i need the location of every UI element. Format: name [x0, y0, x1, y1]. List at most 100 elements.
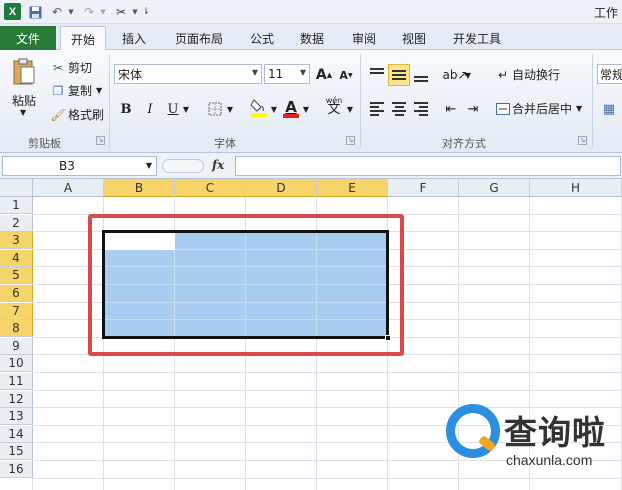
row-header-9[interactable]: 9	[0, 338, 33, 355]
phonetic-dropdown-icon[interactable]: ▼	[344, 98, 356, 120]
paste-dropdown-icon[interactable]: ▼	[20, 108, 26, 117]
copy-button[interactable]: ❐ 复制 ▼	[50, 82, 103, 99]
italic-button[interactable]: I	[139, 98, 161, 120]
select-all-corner[interactable]	[0, 179, 33, 197]
column-header-e[interactable]: E	[317, 179, 388, 197]
chevron-down-icon: ▼	[299, 68, 306, 77]
group-separator	[592, 54, 593, 148]
font-color-dropdown-icon[interactable]: ▼	[300, 98, 312, 120]
align-center-button[interactable]	[388, 98, 410, 120]
column-header-b[interactable]: B	[104, 179, 175, 197]
font-size-combo[interactable]: 11 ▼	[264, 64, 310, 84]
merge-cells-icon	[494, 102, 512, 115]
row-header-16[interactable]: 16	[0, 461, 33, 478]
tab-insert[interactable]: 插入	[112, 26, 156, 50]
borders-dropdown-icon[interactable]: ▼	[224, 98, 236, 120]
font-color-button[interactable]: A	[280, 95, 302, 121]
decrease-indent-button[interactable]: ⇤	[440, 98, 462, 120]
undo-dropdown-icon[interactable]: ▼	[66, 3, 76, 21]
row-header-14[interactable]: 14	[0, 426, 33, 443]
column-header-c[interactable]: C	[175, 179, 246, 197]
font-name-combo[interactable]: 宋体 ▼	[114, 64, 262, 84]
underline-dropdown-icon[interactable]: ▼	[180, 98, 192, 120]
excel-icon[interactable]: X	[4, 3, 21, 20]
row-header-10[interactable]: 10	[0, 355, 33, 372]
alignment-group-label: 对齐方式	[442, 137, 486, 150]
row-header-6[interactable]: 6	[0, 285, 33, 302]
grow-font-button[interactable]: A ▲	[313, 64, 335, 86]
fill-color-button[interactable]	[248, 96, 270, 118]
chevron-down-icon: ▼	[145, 161, 152, 170]
format-painter-button[interactable]: 🖌 格式刷	[50, 106, 104, 123]
align-left-button[interactable]	[366, 98, 388, 120]
paint-bucket-icon	[250, 99, 267, 117]
row-header-13[interactable]: 13	[0, 408, 33, 425]
tab-view[interactable]: 视图	[392, 26, 436, 50]
copy-dropdown-icon[interactable]: ▼	[96, 86, 102, 95]
column-header-a[interactable]: A	[33, 179, 104, 197]
row-header-12[interactable]: 12	[0, 391, 33, 408]
customize-toolbar-icon[interactable]: ⇂	[140, 3, 152, 21]
group-separator	[109, 54, 110, 148]
row-header-3[interactable]: 3	[0, 232, 33, 249]
tab-developer[interactable]: 开发工具	[444, 26, 510, 50]
tab-file[interactable]: 文件	[0, 26, 56, 50]
tab-formulas[interactable]: 公式	[240, 26, 284, 50]
align-right-button[interactable]	[410, 98, 432, 120]
currency-format-button[interactable]: ▦	[598, 98, 620, 120]
save-icon[interactable]	[26, 3, 44, 21]
brush-icon: 🖌	[50, 107, 66, 122]
clipboard-icon[interactable]	[8, 58, 40, 86]
row-header-5[interactable]: 5	[0, 267, 33, 284]
column-header-g[interactable]: G	[459, 179, 530, 197]
tools-icon[interactable]: ✂	[112, 3, 130, 21]
clipboard-launcher-icon[interactable]: ↘	[96, 136, 105, 145]
cut-button[interactable]: ✂ 剪切	[50, 59, 92, 76]
alignment-launcher-icon[interactable]: ↘	[578, 136, 587, 145]
align-middle-icon	[392, 70, 406, 80]
chevron-down-icon: ▼	[251, 68, 258, 77]
watermark-logo-icon	[446, 404, 500, 458]
tools-dropdown-icon[interactable]: ▼	[130, 3, 140, 21]
row-header-1[interactable]: 1	[0, 197, 33, 214]
phonetic-guide-button[interactable]: wén 文	[322, 94, 346, 116]
row-header-2[interactable]: 2	[0, 215, 33, 232]
row-header-11[interactable]: 11	[0, 373, 33, 390]
column-header-f[interactable]: F	[388, 179, 459, 197]
tab-page-layout[interactable]: 页面布局	[166, 26, 232, 50]
align-bottom-button[interactable]	[410, 64, 432, 86]
column-header-d[interactable]: D	[246, 179, 317, 197]
row-header-4[interactable]: 4	[0, 250, 33, 267]
undo-icon[interactable]: ↶	[48, 3, 66, 21]
redo-dropdown-icon[interactable]: ▼	[98, 3, 108, 21]
column-header-h[interactable]: H	[530, 179, 622, 197]
shrink-font-button[interactable]: A ▼	[335, 64, 357, 86]
bold-button[interactable]: B	[115, 98, 137, 120]
formula-bar-splitter[interactable]	[162, 159, 204, 173]
formula-input[interactable]	[235, 156, 621, 176]
wrap-text-button[interactable]: ↵ 自动换行	[494, 66, 560, 83]
redo-icon[interactable]: ↷	[80, 3, 98, 21]
increase-indent-button[interactable]: ⇥	[462, 98, 484, 120]
font-launcher-icon[interactable]: ↘	[346, 136, 355, 145]
align-top-button[interactable]	[366, 64, 388, 86]
copy-icon: ❐	[52, 83, 64, 98]
row-header-15[interactable]: 15	[0, 443, 33, 460]
merge-dropdown-icon[interactable]: ▼	[576, 104, 582, 113]
insert-function-button[interactable]: fx	[212, 158, 224, 172]
orientation-dropdown-icon[interactable]: ▼	[462, 64, 474, 86]
paste-button[interactable]: 粘贴	[12, 92, 36, 109]
tab-data[interactable]: 数据	[290, 26, 334, 50]
row-header-7[interactable]: 7	[0, 303, 33, 320]
number-format-combo[interactable]: 常规	[597, 64, 622, 84]
borders-button[interactable]	[204, 98, 226, 120]
name-box[interactable]: B3 ▼	[2, 156, 157, 176]
fill-color-dropdown-icon[interactable]: ▼	[268, 98, 280, 120]
increase-indent-icon: ⇥	[467, 101, 479, 117]
merge-center-button[interactable]: 合并后居中 ▼	[494, 100, 582, 117]
align-middle-button[interactable]	[388, 64, 410, 86]
row-header-8[interactable]: 8	[0, 320, 33, 337]
tab-review[interactable]: 审阅	[342, 26, 386, 50]
group-separator	[360, 54, 361, 148]
tab-home[interactable]: 开始	[60, 26, 106, 51]
